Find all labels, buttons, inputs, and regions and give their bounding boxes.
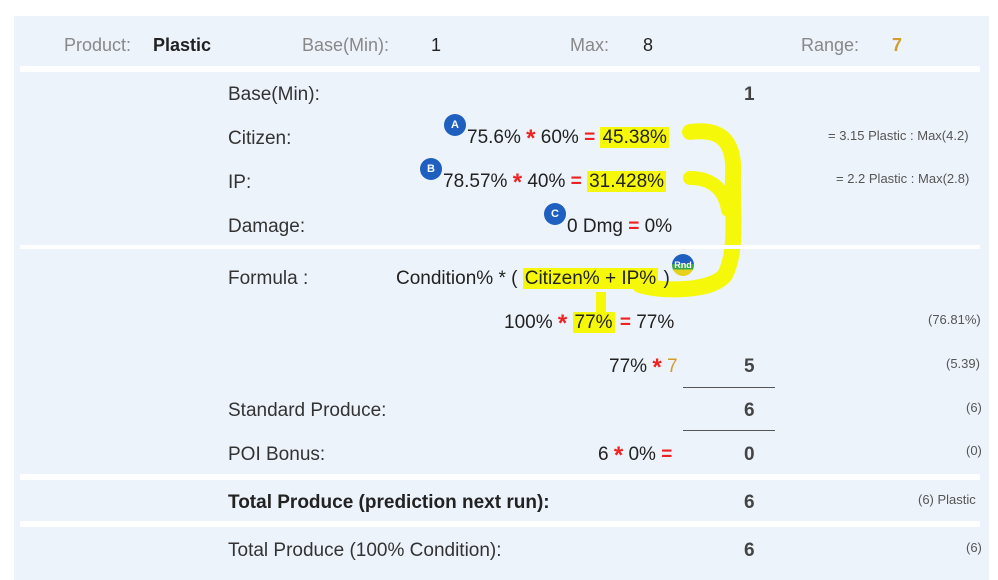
ip-label: IP: (228, 172, 252, 193)
calc2-percent: 77% (609, 356, 648, 377)
sum-rule (683, 387, 775, 388)
ip-percent: 78.57% (443, 171, 508, 192)
badge-a-icon: A (444, 114, 466, 136)
formula-suffix: ) (663, 268, 670, 289)
ip-note: = 2.2 Plastic : Max(2.8) (836, 171, 970, 186)
condition-percent: 100% (504, 312, 553, 333)
times-icon: * (613, 442, 624, 469)
citizen-share: 60% (540, 127, 579, 148)
calc2-value: 5 (744, 356, 755, 377)
separator (20, 474, 980, 480)
standard-produce-value: 6 (744, 400, 755, 421)
sum-rule (683, 430, 775, 431)
equals-icon: = (628, 216, 640, 237)
total-full-value: 6 (744, 540, 755, 561)
calc2-note: (5.39) (946, 356, 980, 371)
equals-icon: = (619, 312, 631, 333)
poi-bonus-value: 0 (744, 444, 755, 465)
separator (20, 521, 980, 527)
formula-expression: Condition% * ( Citizen% + IP% ) (396, 268, 670, 290)
standard-produce-note: (6) (966, 400, 982, 415)
damage-result: 0% (644, 216, 673, 237)
damage-expression: 0 Dmg = 0% (567, 216, 672, 238)
poi-base: 6 (598, 444, 609, 465)
calc2-range: 7 (666, 356, 678, 377)
total-next-value: 6 (744, 492, 755, 513)
rnd-badge-icon: Rnd (672, 254, 694, 276)
calc1-result: 77% (636, 312, 675, 333)
calc2-expression: 77% * 7 (609, 354, 678, 381)
total-full-label: Total Produce (100% Condition): (228, 540, 502, 561)
badge-b-icon: B (420, 158, 442, 180)
times-icon: * (557, 310, 568, 337)
citizen-note: = 3.15 Plastic : Max(4.2) (828, 128, 969, 143)
separator (20, 245, 980, 249)
total-next-label: Total Produce (prediction next run): (228, 492, 550, 513)
equals-icon: = (570, 171, 582, 192)
citizen-result: 45.38% (600, 127, 669, 148)
equals-icon: = (584, 127, 596, 148)
standard-produce-label: Standard Produce: (228, 400, 387, 421)
ip-expression: 78.57% * 40% = 31.428% (443, 169, 667, 196)
ip-result: 31.428% (587, 171, 667, 192)
formula-prefix: Condition% * ( (396, 268, 518, 289)
poi-percent: 0% (628, 444, 656, 465)
citizen-expression: 75.6% * 60% = 45.38% (467, 125, 669, 152)
formula-highlight: Citizen% + IP% (522, 268, 659, 289)
base-row-value: 1 (744, 84, 755, 105)
citizen-label: Citizen: (228, 128, 292, 149)
citizen-percent: 75.6% (467, 127, 521, 148)
total-next-note: (6) Plastic (918, 492, 976, 507)
formula-label: Formula : (228, 268, 309, 289)
times-icon: * (652, 354, 662, 381)
sum-percent: 77% (572, 312, 615, 333)
times-icon: * (526, 125, 536, 152)
damage-amount: 0 Dmg (567, 216, 623, 237)
ip-share: 40% (527, 171, 566, 192)
damage-label: Damage: (228, 216, 306, 237)
calc1-expression: 100% * 77% = 77% (504, 310, 675, 337)
calc1-note: (76.81%) (928, 312, 981, 327)
equals-icon: = (661, 444, 673, 465)
times-icon: * (512, 169, 523, 196)
base-row-label: Base(Min): (228, 84, 320, 105)
poi-expression: 6 * 0% = (598, 442, 673, 469)
poi-bonus-note: (0) (966, 443, 982, 458)
total-full-note: (6) (966, 540, 982, 555)
badge-c-icon: C (544, 203, 566, 225)
poi-bonus-label: POI Bonus: (228, 444, 326, 465)
